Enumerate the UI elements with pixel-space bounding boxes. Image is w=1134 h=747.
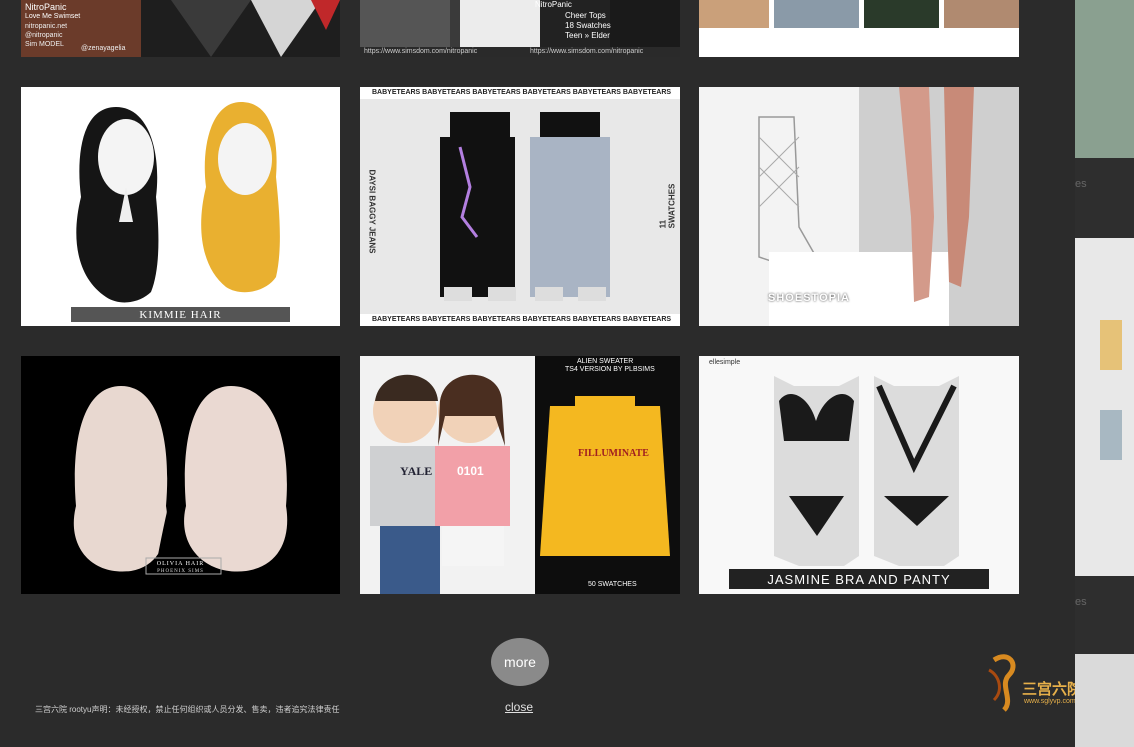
tile-url-2: https://www.simsdom.com/nitropanic — [530, 48, 644, 55]
tile-text-2: Love Me Swimset — [25, 13, 81, 20]
disclaimer-text: 三宫六院 rootyu声明：未经授权，禁止任何组织或人员分发、售卖，违者追究法律… — [35, 705, 340, 714]
side-preview-images — [1075, 0, 1134, 747]
image-tile-daysi-jeans[interactable]: BABYETEARS BABYETEARS BABYETEARS BABYETE… — [360, 87, 680, 326]
tile-swatches: 50 SWATCHES — [588, 581, 637, 588]
net-boots-image — [699, 87, 1019, 326]
image-grid: NitroPanic Love Me Swimset nitropanic.ne… — [0, 0, 1082, 747]
tile-banner-top: BABYETEARS BABYETEARS BABYETEARS BABYETE… — [372, 89, 672, 96]
tile-caption: OLIVIA HAIR — [156, 561, 205, 567]
tile-text-7: NitroPanic — [535, 0, 572, 9]
tile-url-1: https://www.simsdom.com/nitropanic — [364, 48, 478, 55]
logo-text: 三宫六院 — [1022, 681, 1083, 698]
tile-caption: JASMINE BRA AND PANTY — [767, 572, 951, 587]
tile-text-9: 18 Swatches — [565, 21, 611, 30]
tile-caption: KIMMIE HAIR — [139, 309, 222, 321]
tile-title: ALIEN SWEATER — [577, 358, 634, 365]
side-label-2: es — [1075, 596, 1087, 608]
tile-text-5: Sim MODEL — [25, 41, 64, 48]
image-tile-top-1[interactable]: NitroPanic Love Me Swimset nitropanic.ne… — [21, 0, 340, 57]
swimwear-preview-image — [699, 0, 1019, 28]
image-tile-top-3[interactable] — [699, 0, 1019, 57]
logo-url: www.sglyvp.com — [1024, 698, 1076, 705]
image-tile-olivia-hair[interactable]: OLIVIA HAIR PHOENIX SIMS — [21, 356, 340, 594]
tile-text-3: nitropanic.net — [25, 23, 68, 30]
shirt-text-left: YALE — [400, 464, 433, 478]
more-button[interactable]: more — [491, 638, 549, 686]
side-label-1: es — [1075, 178, 1087, 190]
image-tile-top-2[interactable]: NitroPanic Cheer Tops 18 Swatches Teen »… — [360, 0, 680, 57]
tile-side-left: DAYSI BAGGY JEANS — [367, 169, 377, 254]
bra-panty-image — [729, 376, 989, 589]
shirt-text-right: 0101 — [457, 464, 484, 478]
swimset-preview-image — [21, 0, 340, 57]
tile-sub: PHOENIX SIMS — [157, 569, 204, 574]
tile-text-4: @nitropanic — [25, 32, 63, 39]
baggy-jeans-image — [360, 87, 680, 326]
tile-sub: TS4 VERSION BY PLBSIMS — [565, 366, 655, 373]
tile-side-right: 11 SWATCHES — [658, 183, 677, 229]
tile-text-6: @zenayagelia — [81, 45, 126, 52]
kimmie-hair-image — [71, 102, 290, 322]
tile-banner-bottom: BABYETEARS BABYETEARS BABYETEARS BABYETE… — [372, 316, 672, 323]
image-tile-jasmine[interactable]: ellesimple JASMINE BRA AND PANTY — [699, 356, 1019, 594]
tile-caption: SHOESTOPIA — [768, 292, 850, 304]
tile-text-1: NitroPanic — [25, 2, 67, 12]
image-tile-kimmie-hair[interactable]: KIMMIE HAIR — [21, 87, 340, 326]
image-tile-alien-sweater[interactable]: ALIEN SWEATER TS4 VERSION BY PLBSIMS YAL… — [360, 356, 680, 594]
side-panel — [1075, 0, 1134, 747]
tile-text-10: Teen » Elder — [565, 31, 610, 40]
tile-text-8: Cheer Tops — [565, 11, 606, 20]
close-link[interactable]: close — [505, 700, 533, 714]
sweater-text: FILLUMINATE — [578, 448, 649, 459]
tile-tag: ellesimple — [709, 359, 741, 366]
image-tile-shoestopia[interactable]: SHOESTOPIA — [699, 87, 1019, 326]
olivia-hair-image — [73, 386, 288, 594]
